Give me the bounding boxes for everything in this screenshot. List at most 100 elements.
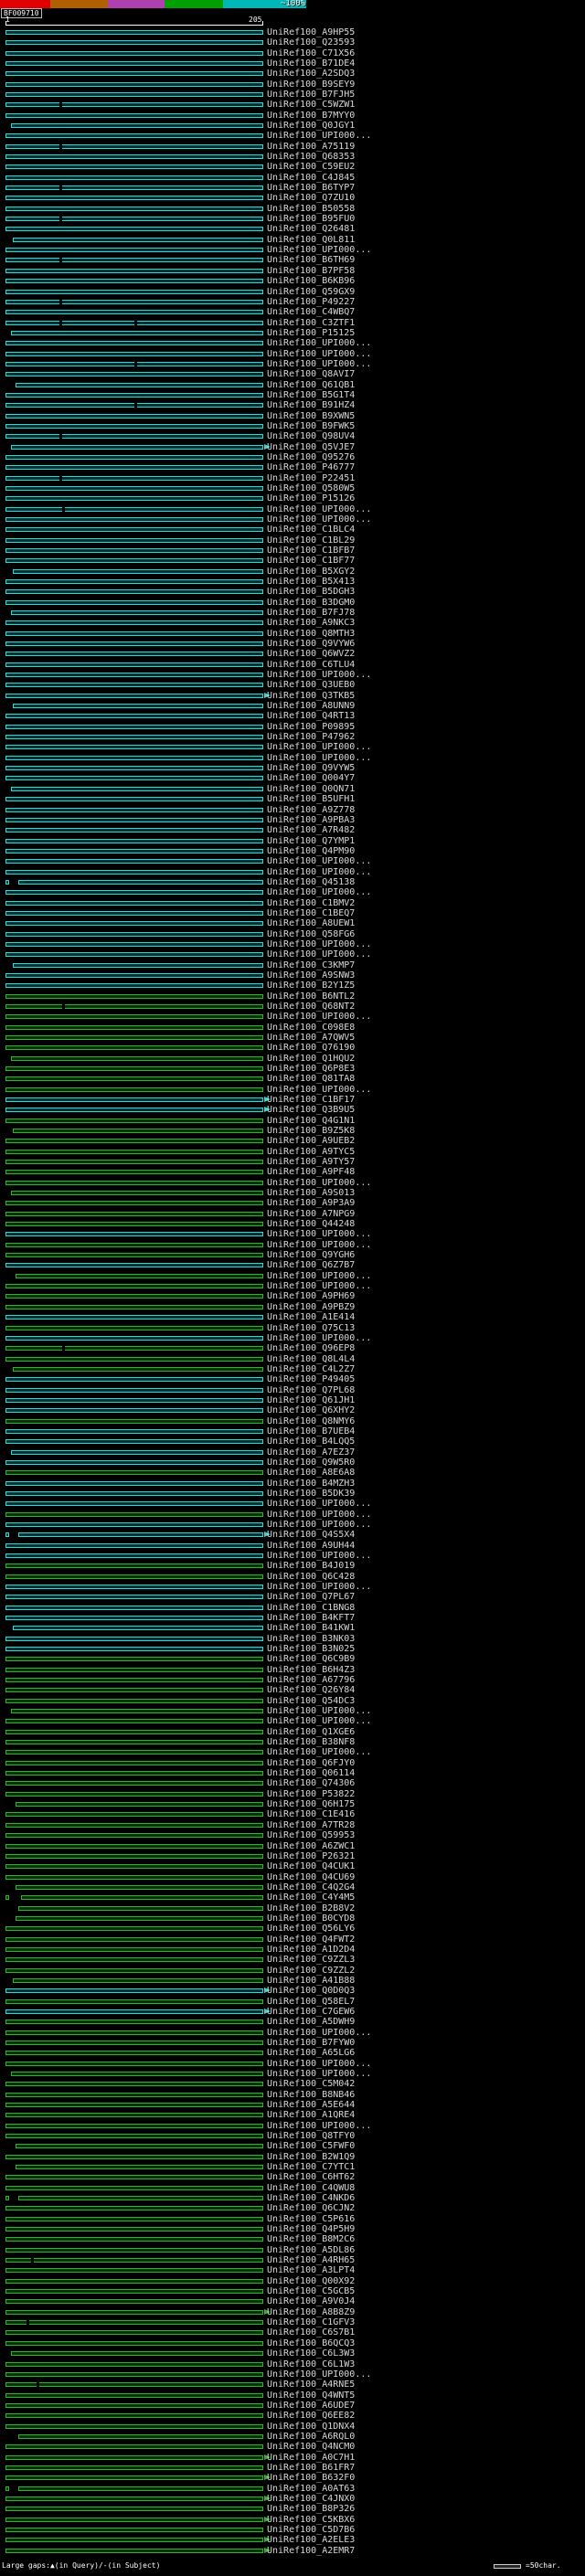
hit-label[interactable]: UniRef100_Q6XHY2 xyxy=(267,1405,355,1415)
hit-alignment-bar[interactable] xyxy=(5,51,263,56)
hit-label[interactable]: UniRef100_Q76190 xyxy=(267,1043,355,1053)
hit-alignment-bar[interactable] xyxy=(5,745,263,749)
hit-label[interactable]: UniRef100_Q7ZU10 xyxy=(267,193,355,203)
hit-label[interactable]: UniRef100_A7NPG9 xyxy=(267,1209,355,1219)
hit-label[interactable]: UniRef100_UPI000... xyxy=(267,131,371,141)
hit-alignment-bar[interactable] xyxy=(5,269,263,273)
hit-label[interactable]: UniRef100_C1BMV2 xyxy=(267,898,355,908)
hit-label[interactable]: UniRef100_A9UH44 xyxy=(267,1541,355,1551)
hit-label[interactable]: UniRef100_Q8TFY0 xyxy=(267,2131,355,2141)
hit-alignment-bar[interactable] xyxy=(5,673,263,677)
hit-alignment-bar[interactable] xyxy=(5,1771,263,1776)
hit-label[interactable]: UniRef100_A9S013 xyxy=(267,1188,355,1198)
hit-label[interactable]: UniRef100_A9Z778 xyxy=(267,805,355,815)
hit-label[interactable]: UniRef100_C9ZZL2 xyxy=(267,1966,355,1976)
hit-alignment-bar[interactable] xyxy=(5,2330,263,2335)
hit-label[interactable]: UniRef100_Q59GX9 xyxy=(267,287,355,297)
hit-alignment-bar[interactable] xyxy=(5,40,263,45)
hit-label[interactable]: UniRef100_Q56LY6 xyxy=(267,1924,355,1934)
hit-alignment-bar[interactable] xyxy=(11,2072,263,2076)
hit-label[interactable]: UniRef100_UPI000... xyxy=(267,2059,371,2069)
hit-label[interactable]: UniRef100_Q6Z7B7 xyxy=(267,1260,355,1270)
hit-alignment-bar[interactable] xyxy=(5,2289,263,2294)
hit-label[interactable]: UniRef100_A9TY57 xyxy=(267,1157,355,1167)
hit-alignment-bar[interactable] xyxy=(5,2528,263,2532)
hit-label[interactable]: UniRef100_Q45138 xyxy=(267,877,355,887)
hit-alignment-bar[interactable] xyxy=(5,2206,263,2210)
hit-alignment-bar[interactable] xyxy=(5,102,263,107)
hit-alignment-bar[interactable] xyxy=(5,735,263,739)
hit-alignment-bar[interactable] xyxy=(5,1999,263,2004)
hit-label[interactable]: UniRef100_P22451 xyxy=(267,473,355,483)
hit-alignment-bar[interactable] xyxy=(5,579,263,584)
hit-label[interactable]: UniRef100_B38NF8 xyxy=(267,1737,355,1747)
hit-alignment-bar[interactable] xyxy=(5,1243,263,1247)
hit-label[interactable]: UniRef100_Q68353 xyxy=(267,152,355,162)
hit-alignment-bar[interactable] xyxy=(5,113,263,118)
hit-label[interactable]: UniRef100_B5G1T4 xyxy=(267,390,355,400)
hit-label[interactable]: UniRef100_A9V0J4 xyxy=(267,2296,355,2306)
hit-alignment-bar[interactable] xyxy=(16,1274,263,1278)
hit-label[interactable]: UniRef100_B3N025 xyxy=(267,1644,355,1654)
hit-label[interactable]: UniRef100_C4WBQ7 xyxy=(267,307,355,317)
hit-alignment-bar[interactable] xyxy=(5,352,263,356)
hit-alignment-bar[interactable] xyxy=(18,2486,263,2491)
hit-label[interactable]: UniRef100_Q9YGH6 xyxy=(267,1250,355,1260)
hit-alignment-bar[interactable] xyxy=(5,2310,263,2315)
hit-label[interactable]: UniRef100_C6L1W3 xyxy=(267,2359,355,2369)
hit-alignment-bar[interactable] xyxy=(5,2382,263,2387)
hit-label[interactable]: UniRef100_P49227 xyxy=(267,297,355,307)
hit-alignment-bar[interactable] xyxy=(5,589,263,594)
hit-label[interactable]: UniRef100_B7PF58 xyxy=(267,266,355,276)
hit-alignment-bar[interactable] xyxy=(5,2041,263,2045)
hit-label[interactable]: UniRef100_UPI000... xyxy=(267,1582,371,1592)
hit-alignment-bar[interactable] xyxy=(5,1253,263,1257)
hit-label[interactable]: UniRef100_C1E416 xyxy=(267,1809,355,1819)
hit-label[interactable]: UniRef100_C7GEW6 xyxy=(267,2007,355,2017)
hit-label[interactable]: UniRef100_B6H4Z3 xyxy=(267,1665,355,1675)
hit-alignment-bar[interactable] xyxy=(5,2538,263,2542)
hit-alignment-bar[interactable] xyxy=(5,414,263,419)
hit-label[interactable]: UniRef100_Q8NMY6 xyxy=(267,1416,355,1426)
hit-alignment-bar[interactable] xyxy=(5,1699,263,1703)
hit-label[interactable]: UniRef100_Q0QN71 xyxy=(267,784,355,794)
hit-label[interactable]: UniRef100_P15125 xyxy=(267,328,355,338)
hit-alignment-bar[interactable] xyxy=(5,2009,263,2014)
hit-alignment-bar[interactable] xyxy=(21,1895,263,1900)
hit-alignment-bar[interactable] xyxy=(5,300,263,304)
hit-label[interactable]: UniRef100_Q7PL67 xyxy=(267,1592,355,1602)
hit-label[interactable]: UniRef100_Q1XGE6 xyxy=(267,1727,355,1737)
hit-alignment-bar[interactable] xyxy=(5,1812,263,1817)
hit-alignment-bar[interactable] xyxy=(5,1181,263,1185)
hit-label[interactable]: UniRef100_UPI000... xyxy=(267,1012,371,1022)
hit-alignment-bar[interactable] xyxy=(5,2465,263,2470)
hit-alignment-bar[interactable] xyxy=(5,973,263,978)
hit-label[interactable]: UniRef100_UPI000... xyxy=(267,514,371,525)
hit-label[interactable]: UniRef100_UPI000... xyxy=(267,1178,371,1188)
hit-label[interactable]: UniRef100_P15126 xyxy=(267,493,355,504)
hit-alignment-bar[interactable] xyxy=(5,1087,263,1092)
hit-label[interactable]: UniRef100_B91HZ4 xyxy=(267,400,355,410)
hit-alignment-bar[interactable] xyxy=(5,1160,263,1164)
hit-label[interactable]: UniRef100_P49405 xyxy=(267,1374,355,1384)
hit-alignment-bar[interactable] xyxy=(5,1232,263,1236)
hit-alignment-bar[interactable] xyxy=(5,1719,263,1723)
hit-alignment-bar[interactable] xyxy=(5,1097,263,1102)
hit-alignment-bar[interactable] xyxy=(5,1004,263,1009)
hit-label[interactable]: UniRef100_C1BF77 xyxy=(267,556,355,566)
hit-label[interactable]: UniRef100_B5X413 xyxy=(267,577,355,587)
hit-alignment-bar[interactable] xyxy=(5,2475,263,2480)
hit-alignment-bar[interactable] xyxy=(5,839,263,843)
hit-alignment-bar[interactable] xyxy=(5,952,263,957)
hit-label[interactable]: UniRef100_A41B88 xyxy=(267,1976,355,1986)
hit-label[interactable]: UniRef100_UPI000... xyxy=(267,2028,371,2038)
hit-alignment-bar[interactable] xyxy=(5,548,263,553)
hit-alignment-bar[interactable] xyxy=(13,238,263,242)
hit-label[interactable]: UniRef100_A8UEW1 xyxy=(267,918,355,928)
hit-alignment-bar[interactable] xyxy=(5,849,263,853)
hit-alignment-bar[interactable] xyxy=(5,663,263,667)
hit-label[interactable]: UniRef100_B2W1Q9 xyxy=(267,2152,355,2162)
hit-label[interactable]: UniRef100_B6KB96 xyxy=(267,276,355,286)
hit-label[interactable]: UniRef100_Q26Y84 xyxy=(267,1685,355,1695)
hit-alignment-bar[interactable] xyxy=(5,1833,263,1838)
